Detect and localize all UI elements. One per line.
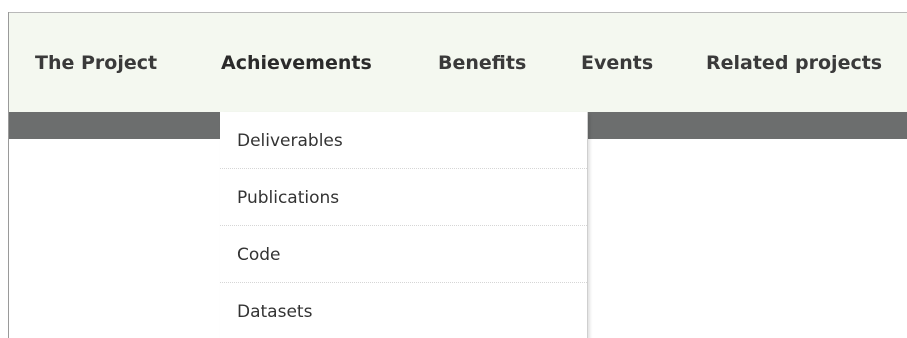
page-top-strip: [0, 0, 907, 12]
nav-item-the-project[interactable]: The Project: [35, 13, 157, 113]
dropdown-item-publications[interactable]: Publications: [220, 169, 587, 226]
dropdown-item-code[interactable]: Code: [220, 226, 587, 283]
nav-item-events[interactable]: Events: [581, 13, 653, 113]
dropdown-item-datasets[interactable]: Datasets: [220, 283, 587, 338]
main-navigation: The Project Achievements Benefits Events…: [9, 12, 907, 112]
achievements-dropdown-menu: Deliverables Publications Code Datasets: [220, 112, 588, 338]
nav-item-benefits[interactable]: Benefits: [438, 13, 526, 113]
nav-item-related-projects[interactable]: Related projects: [706, 13, 882, 113]
nav-item-achievements[interactable]: Achievements: [221, 13, 372, 113]
dropdown-item-deliverables[interactable]: Deliverables: [220, 112, 587, 169]
